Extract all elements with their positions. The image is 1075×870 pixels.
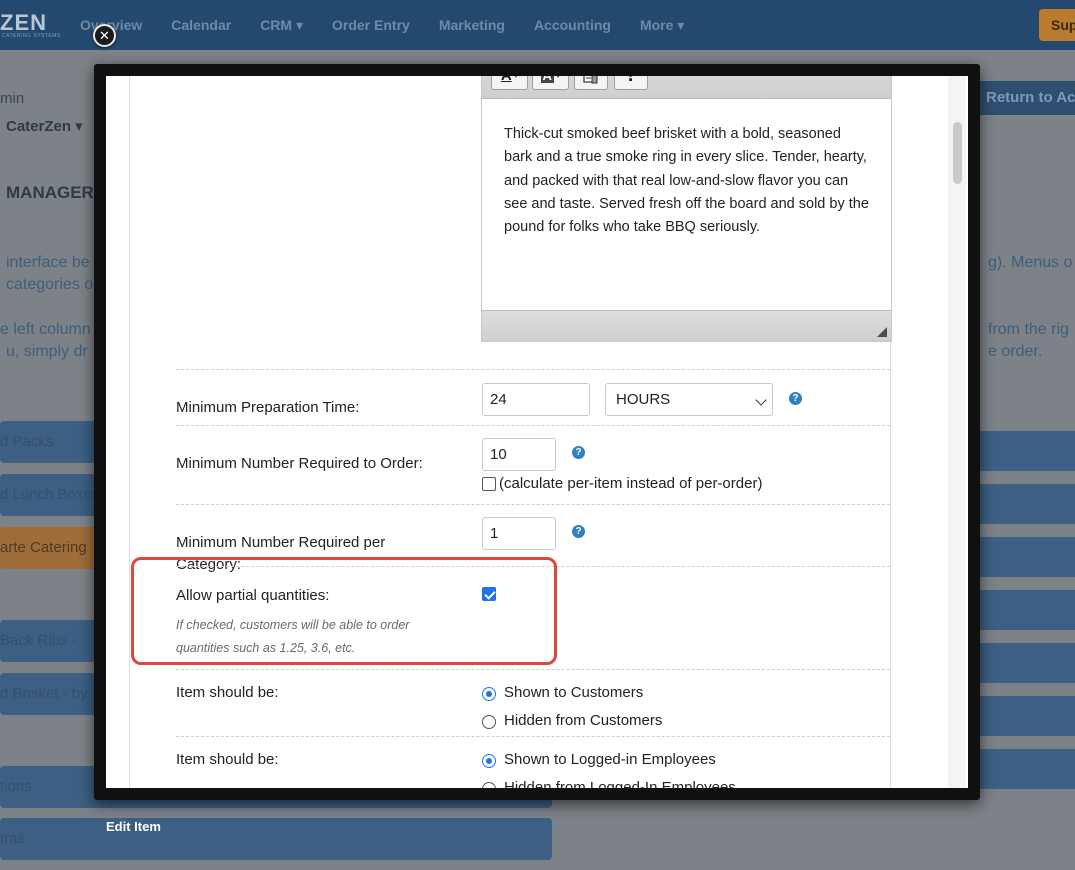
section-title: MANAGER	[6, 183, 94, 202]
shown-to-employees-radio[interactable]	[482, 754, 496, 768]
close-modal-icon[interactable]: ✕	[93, 24, 116, 47]
nav-order-entry[interactable]: Order Entry	[332, 17, 410, 34]
return-button[interactable]: Return to Ac	[976, 81, 1075, 115]
modal-content: A▾ A▾ ? Thick-cut smoked beef brisket wi…	[106, 76, 968, 788]
right-panel-bar	[978, 590, 1075, 630]
hidden-from-customers-radio[interactable]	[482, 715, 496, 729]
min-order-label: Minimum Number Required to Order:	[176, 455, 423, 472]
category-item[interactable]: d Lunch Boxes	[0, 474, 100, 516]
employee-visibility-label: Item should be:	[176, 751, 279, 768]
customer-visibility-label: Item should be:	[176, 684, 279, 701]
category-item[interactable]: arte Catering	[0, 527, 100, 569]
nav-calendar[interactable]: Calendar	[171, 17, 231, 34]
divider	[176, 425, 890, 426]
bg-instructions-2: categories o	[6, 276, 94, 293]
menu-item-label: d Brisket - by	[0, 685, 88, 702]
scrollbar-thumb[interactable]	[953, 122, 962, 184]
support-button[interactable]: Sup	[1039, 9, 1075, 41]
right-panel-bar	[978, 643, 1075, 683]
bg-instructions-right-3: e order.	[988, 343, 1043, 360]
modal-scrollbar[interactable]	[948, 76, 966, 788]
company-switcher[interactable]: CaterZen ▾	[6, 117, 83, 135]
nav-marketing[interactable]: Marketing	[439, 17, 505, 34]
hidden-from-employees-radio[interactable]	[482, 782, 496, 788]
menu-item[interactable]: d Brisket - by	[0, 673, 100, 715]
prep-time-unit-value: HOURS	[616, 391, 671, 408]
hidden-from-employees-label: Hidden from Logged-In Employees	[504, 779, 736, 788]
chevron-down-icon	[755, 394, 767, 406]
hidden-from-customers-label: Hidden from Customers	[504, 712, 663, 729]
menu-item-label: Back Ribs -	[0, 632, 77, 649]
category-label: tions	[0, 778, 32, 795]
category-label: d Packs	[0, 433, 54, 450]
divider	[176, 369, 890, 370]
bg-instructions-3: e left column	[0, 321, 91, 338]
per-item-checkbox-label: (calculate per-item instead of per-order…	[499, 475, 763, 492]
min-order-input[interactable]: 10	[482, 438, 556, 471]
paste-text-icon	[583, 76, 598, 84]
form-container: A▾ A▾ ? Thick-cut smoked beef brisket wi…	[129, 76, 892, 788]
help-icon[interactable]: ?	[572, 525, 585, 538]
resize-grip-icon[interactable]	[877, 327, 887, 337]
category-label: arte Catering	[0, 539, 87, 556]
nav-accounting[interactable]: Accounting	[534, 17, 611, 34]
right-panel-bar	[978, 431, 1075, 471]
per-item-checkbox[interactable]	[482, 477, 496, 491]
right-panel-bar	[978, 537, 1075, 577]
shown-to-customers-label: Shown to Customers	[504, 684, 644, 701]
top-navigation: ZEN CATERING SYSTEMS Overview Calendar C…	[0, 0, 1075, 50]
background-color-button[interactable]: A▾	[532, 76, 569, 90]
help-icon: ?	[625, 76, 637, 87]
description-text-area[interactable]: Thick-cut smoked beef brisket with a bol…	[482, 99, 891, 311]
shown-to-employees-label: Shown to Logged-in Employees	[504, 751, 716, 768]
font-color-button[interactable]: A▾	[491, 76, 528, 90]
bg-instructions-1: interface be	[6, 254, 90, 271]
editor-status-bar	[482, 310, 891, 341]
user-role: min	[0, 90, 25, 107]
bg-instructions-4: u, simply dr	[6, 343, 88, 360]
font-color-icon: A	[501, 76, 512, 84]
nav-menu: Overview Calendar CRM ▾ Order Entry Mark…	[80, 17, 684, 34]
category-label: d Lunch Boxes	[0, 486, 100, 503]
menu-item[interactable]: Back Ribs -	[0, 620, 100, 662]
nav-crm[interactable]: CRM ▾	[260, 17, 303, 34]
description-editor: A▾ A▾ ? Thick-cut smoked beef brisket wi…	[481, 76, 892, 342]
help-icon[interactable]: ?	[572, 446, 585, 459]
right-panel-bar	[978, 484, 1075, 524]
min-category-input[interactable]: 1	[482, 517, 556, 550]
divider	[176, 669, 890, 670]
editor-help-button[interactable]: ?	[614, 76, 648, 90]
bg-instructions-right-2: from the rig	[988, 321, 1069, 338]
background-color-icon: A	[540, 76, 554, 83]
category-label: tras	[0, 830, 26, 847]
right-panel-bar	[978, 749, 1075, 789]
modal-caption: Edit Item	[106, 819, 161, 834]
category-item[interactable]: d Packs	[0, 421, 100, 463]
logo-subtitle: CATERING SYSTEMS	[2, 33, 61, 39]
prep-time-unit-select[interactable]: HOURS	[605, 383, 773, 416]
help-icon[interactable]: ?	[789, 392, 802, 405]
highlight-annotation	[131, 557, 557, 665]
right-panel-bar	[978, 696, 1075, 736]
dropdown-caret-icon: ▾	[556, 76, 561, 81]
bg-instructions-right-1: g). Menus o	[988, 254, 1073, 271]
paste-text-button[interactable]	[574, 76, 608, 90]
min-prep-time-label: Minimum Preparation Time:	[176, 399, 360, 416]
edit-item-modal: A▾ A▾ ? Thick-cut smoked beef brisket wi…	[94, 64, 980, 800]
divider	[176, 504, 890, 505]
nav-more[interactable]: More ▾	[640, 17, 684, 34]
divider	[176, 736, 890, 737]
editor-toolbar: A▾ A▾ ?	[482, 76, 891, 99]
min-prep-time-input[interactable]: 24	[482, 383, 590, 416]
dropdown-caret-icon: ▾	[514, 76, 519, 81]
category-item[interactable]: tras	[0, 818, 552, 860]
shown-to-customers-radio[interactable]	[482, 687, 496, 701]
